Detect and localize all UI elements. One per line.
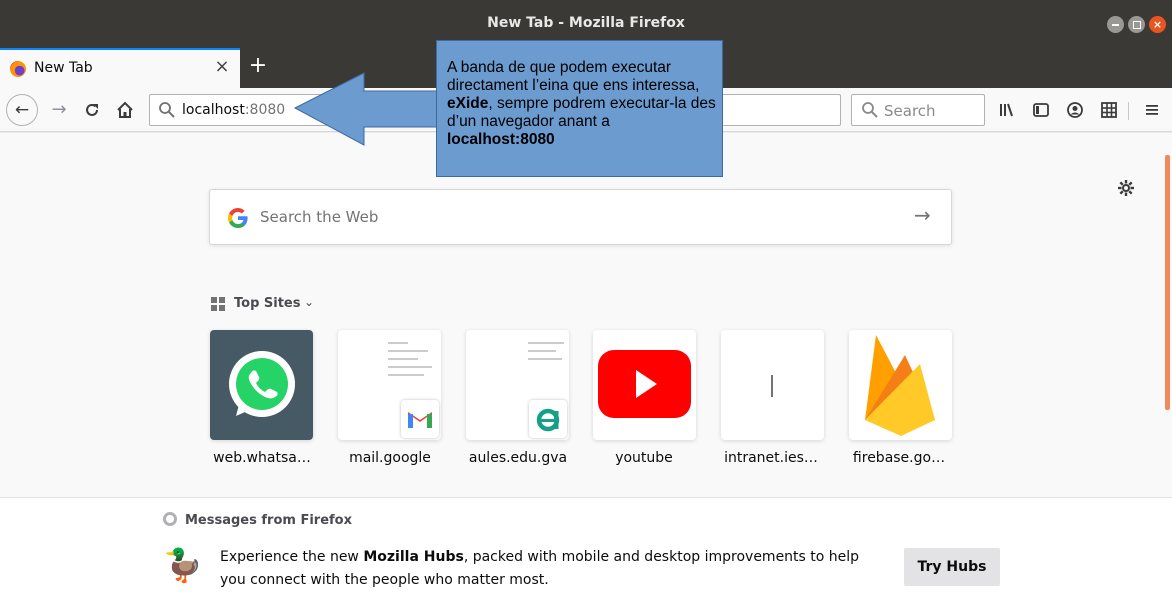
scrollbar-thumb[interactable]	[1165, 155, 1170, 410]
callout-box: A banda de que podem executar directamen…	[436, 40, 723, 177]
home-icon	[117, 101, 133, 118]
url-text: localhost:8080	[182, 102, 285, 118]
top-site-tile-intranet[interactable]	[721, 330, 824, 440]
top-site-tile-aules[interactable]	[466, 330, 569, 440]
top-site-tile-gmail[interactable]	[338, 330, 441, 440]
top-sites-label: Top Sites	[234, 296, 301, 311]
hamburger-icon	[1146, 105, 1158, 115]
search-box[interactable]: Search	[851, 94, 985, 126]
toolbar-separator	[1128, 102, 1129, 120]
top-site-tile-youtube[interactable]	[593, 330, 696, 440]
extension-grid-button[interactable]	[1096, 97, 1122, 123]
tab-close-icon[interactable]: ×	[212, 56, 232, 78]
top-sites-grid-icon	[211, 297, 226, 312]
google-icon	[228, 208, 248, 228]
reload-icon	[86, 103, 98, 116]
chevron-down-icon: ⌄	[304, 295, 315, 309]
web-search-placeholder: Search the Web	[260, 208, 379, 226]
search-placeholder: Search	[884, 102, 936, 120]
page-thumbnail	[388, 336, 438, 382]
whatsapp-icon	[229, 351, 295, 417]
new-tab-button[interactable]: +	[246, 53, 270, 79]
back-button[interactable]: ←	[6, 94, 38, 126]
duck-icon: 🦆	[163, 546, 203, 584]
message-text: Experience the new Mozilla Hubs, packed …	[220, 549, 860, 588]
gmail-icon	[401, 400, 439, 438]
top-site-label: aules.edu.gva	[468, 450, 568, 466]
firefox-ring-icon	[163, 512, 177, 526]
top-site-label: youtube	[615, 450, 673, 466]
home-button[interactable]	[110, 95, 140, 125]
sidebar-toggle-button[interactable]	[1028, 97, 1054, 123]
page-thumbnail	[528, 336, 569, 366]
firebase-icon	[865, 335, 935, 436]
tab-new-tab[interactable]: New Tab ×	[0, 48, 240, 88]
customize-button[interactable]	[1116, 178, 1136, 203]
firefox-icon	[10, 61, 26, 77]
reload-button[interactable]	[77, 95, 107, 125]
message-bold: Mozilla Hubs	[363, 549, 464, 565]
url-host: localhost	[182, 102, 245, 118]
aules-icon	[529, 400, 567, 438]
top-site-label: mail.google	[349, 450, 431, 466]
library-icon	[1000, 103, 1013, 117]
account-icon	[1067, 102, 1083, 118]
tab-label: New Tab	[34, 60, 93, 76]
window-title: New Tab - Mozilla Firefox	[487, 15, 685, 31]
account-button[interactable]	[1062, 97, 1088, 123]
library-button[interactable]	[994, 97, 1020, 123]
try-hubs-button[interactable]: Try Hubs	[904, 548, 1000, 586]
messages-header: Messages from Firefox	[163, 512, 352, 528]
youtube-icon	[598, 350, 691, 418]
web-search-box[interactable]: Search the Web →	[209, 189, 952, 245]
arrow-right-icon[interactable]: →	[914, 203, 931, 227]
top-site-tile-whatsapp[interactable]	[210, 330, 313, 440]
sidebar-icon	[1033, 103, 1049, 117]
url-port: :8080	[244, 102, 286, 118]
blank-page-icon	[771, 375, 773, 397]
search-icon	[159, 102, 175, 118]
menu-button[interactable]	[1139, 97, 1165, 123]
callout-text: A banda de que podem executar directamen…	[447, 59, 716, 148]
close-window-button[interactable]: ×	[1149, 16, 1166, 33]
search-icon	[862, 102, 878, 118]
top-site-label: intranet.ies…	[724, 450, 818, 466]
top-site-tile-firebase[interactable]	[849, 330, 952, 440]
top-site-label: web.whatsa…	[213, 450, 311, 466]
forward-button[interactable]: →	[44, 95, 74, 125]
top-site-label: firebase.go…	[852, 450, 946, 466]
minimize-button[interactable]	[1107, 16, 1124, 33]
gear-icon	[1118, 180, 1134, 196]
maximize-button[interactable]	[1128, 16, 1145, 33]
grid-icon	[1101, 102, 1117, 118]
